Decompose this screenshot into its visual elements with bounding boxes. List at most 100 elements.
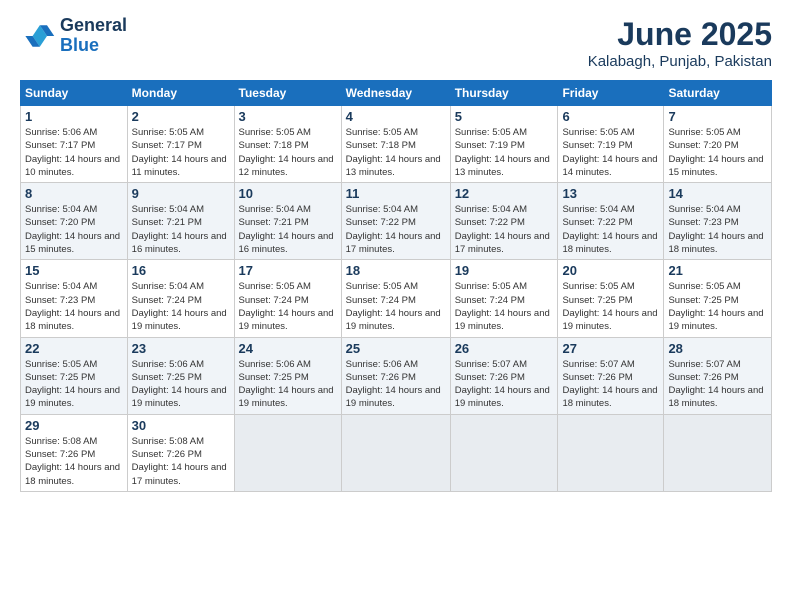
day-19: 19 Sunrise: 5:05 AMSunset: 7:24 PMDaylig…: [450, 260, 558, 337]
day-28: 28 Sunrise: 5:07 AMSunset: 7:26 PMDaylig…: [664, 337, 772, 414]
empty-cell-2: [341, 414, 450, 491]
day-22: 22 Sunrise: 5:05 AMSunset: 7:25 PMDaylig…: [21, 337, 128, 414]
day-num-17: 17: [239, 263, 337, 278]
logo-line1: General: [60, 16, 127, 36]
day-num-16: 16: [132, 263, 230, 278]
month-title: June 2025: [588, 16, 772, 53]
day-info-18: Sunrise: 5:05 AMSunset: 7:24 PMDaylight:…: [346, 280, 446, 333]
day-7: 7 Sunrise: 5:05 AMSunset: 7:20 PMDayligh…: [664, 106, 772, 183]
day-info-20: Sunrise: 5:05 AMSunset: 7:25 PMDaylight:…: [562, 280, 659, 333]
day-info-16: Sunrise: 5:04 AMSunset: 7:24 PMDaylight:…: [132, 280, 230, 333]
day-num-28: 28: [668, 341, 767, 356]
day-1: 1 Sunrise: 5:06 AMSunset: 7:17 PMDayligh…: [21, 106, 128, 183]
day-29: 29 Sunrise: 5:08 AMSunset: 7:26 PMDaylig…: [21, 414, 128, 491]
day-3: 3 Sunrise: 5:05 AMSunset: 7:18 PMDayligh…: [234, 106, 341, 183]
day-info-9: Sunrise: 5:04 AMSunset: 7:21 PMDaylight:…: [132, 203, 230, 256]
weekday-header-row: Sunday Monday Tuesday Wednesday Thursday…: [21, 81, 772, 106]
week-row-4: 22 Sunrise: 5:05 AMSunset: 7:25 PMDaylig…: [21, 337, 772, 414]
day-num-10: 10: [239, 186, 337, 201]
day-14: 14 Sunrise: 5:04 AMSunset: 7:23 PMDaylig…: [664, 183, 772, 260]
day-num-30: 30: [132, 418, 230, 433]
day-20: 20 Sunrise: 5:05 AMSunset: 7:25 PMDaylig…: [558, 260, 664, 337]
day-15: 15 Sunrise: 5:04 AMSunset: 7:23 PMDaylig…: [21, 260, 128, 337]
day-info-5: Sunrise: 5:05 AMSunset: 7:19 PMDaylight:…: [455, 126, 554, 179]
day-info-15: Sunrise: 5:04 AMSunset: 7:23 PMDaylight:…: [25, 280, 123, 333]
week-row-5: 29 Sunrise: 5:08 AMSunset: 7:26 PMDaylig…: [21, 414, 772, 491]
empty-cell-4: [558, 414, 664, 491]
day-21: 21 Sunrise: 5:05 AMSunset: 7:25 PMDaylig…: [664, 260, 772, 337]
day-num-12: 12: [455, 186, 554, 201]
header-monday: Monday: [127, 81, 234, 106]
day-2: 2 Sunrise: 5:05 AMSunset: 7:17 PMDayligh…: [127, 106, 234, 183]
day-num-27: 27: [562, 341, 659, 356]
day-num-25: 25: [346, 341, 446, 356]
day-num-29: 29: [25, 418, 123, 433]
day-info-10: Sunrise: 5:04 AMSunset: 7:21 PMDaylight:…: [239, 203, 337, 256]
day-info-29: Sunrise: 5:08 AMSunset: 7:26 PMDaylight:…: [25, 435, 123, 488]
day-info-6: Sunrise: 5:05 AMSunset: 7:19 PMDaylight:…: [562, 126, 659, 179]
day-num-22: 22: [25, 341, 123, 356]
empty-cell-3: [450, 414, 558, 491]
header-tuesday: Tuesday: [234, 81, 341, 106]
day-10: 10 Sunrise: 5:04 AMSunset: 7:21 PMDaylig…: [234, 183, 341, 260]
day-23: 23 Sunrise: 5:06 AMSunset: 7:25 PMDaylig…: [127, 337, 234, 414]
day-info-22: Sunrise: 5:05 AMSunset: 7:25 PMDaylight:…: [25, 358, 123, 411]
day-num-6: 6: [562, 109, 659, 124]
day-num-8: 8: [25, 186, 123, 201]
day-info-13: Sunrise: 5:04 AMSunset: 7:22 PMDaylight:…: [562, 203, 659, 256]
day-num-18: 18: [346, 263, 446, 278]
day-num-26: 26: [455, 341, 554, 356]
day-27: 27 Sunrise: 5:07 AMSunset: 7:26 PMDaylig…: [558, 337, 664, 414]
day-info-28: Sunrise: 5:07 AMSunset: 7:26 PMDaylight:…: [668, 358, 767, 411]
day-info-14: Sunrise: 5:04 AMSunset: 7:23 PMDaylight:…: [668, 203, 767, 256]
day-num-5: 5: [455, 109, 554, 124]
empty-cell-1: [234, 414, 341, 491]
page: General Blue June 2025 Kalabagh, Punjab,…: [0, 0, 792, 612]
day-12: 12 Sunrise: 5:04 AMSunset: 7:22 PMDaylig…: [450, 183, 558, 260]
day-num-19: 19: [455, 263, 554, 278]
day-num-3: 3: [239, 109, 337, 124]
day-4: 4 Sunrise: 5:05 AMSunset: 7:18 PMDayligh…: [341, 106, 450, 183]
logo: General Blue: [20, 16, 127, 56]
day-16: 16 Sunrise: 5:04 AMSunset: 7:24 PMDaylig…: [127, 260, 234, 337]
day-info-24: Sunrise: 5:06 AMSunset: 7:25 PMDaylight:…: [239, 358, 337, 411]
location-title: Kalabagh, Punjab, Pakistan: [588, 53, 772, 70]
header: General Blue June 2025 Kalabagh, Punjab,…: [20, 16, 772, 70]
title-block: June 2025 Kalabagh, Punjab, Pakistan: [588, 16, 772, 70]
day-num-9: 9: [132, 186, 230, 201]
day-26: 26 Sunrise: 5:07 AMSunset: 7:26 PMDaylig…: [450, 337, 558, 414]
day-num-4: 4: [346, 109, 446, 124]
logo-icon: [20, 18, 56, 54]
day-info-27: Sunrise: 5:07 AMSunset: 7:26 PMDaylight:…: [562, 358, 659, 411]
day-num-2: 2: [132, 109, 230, 124]
day-30: 30 Sunrise: 5:08 AMSunset: 7:26 PMDaylig…: [127, 414, 234, 491]
logo-text: General Blue: [60, 16, 127, 56]
day-num-15: 15: [25, 263, 123, 278]
day-info-25: Sunrise: 5:06 AMSunset: 7:26 PMDaylight:…: [346, 358, 446, 411]
day-info-4: Sunrise: 5:05 AMSunset: 7:18 PMDaylight:…: [346, 126, 446, 179]
day-info-1: Sunrise: 5:06 AMSunset: 7:17 PMDaylight:…: [25, 126, 123, 179]
header-wednesday: Wednesday: [341, 81, 450, 106]
day-8: 8 Sunrise: 5:04 AMSunset: 7:20 PMDayligh…: [21, 183, 128, 260]
day-info-12: Sunrise: 5:04 AMSunset: 7:22 PMDaylight:…: [455, 203, 554, 256]
week-row-2: 8 Sunrise: 5:04 AMSunset: 7:20 PMDayligh…: [21, 183, 772, 260]
day-num-7: 7: [668, 109, 767, 124]
day-18: 18 Sunrise: 5:05 AMSunset: 7:24 PMDaylig…: [341, 260, 450, 337]
day-num-23: 23: [132, 341, 230, 356]
calendar: Sunday Monday Tuesday Wednesday Thursday…: [20, 80, 772, 492]
day-info-8: Sunrise: 5:04 AMSunset: 7:20 PMDaylight:…: [25, 203, 123, 256]
day-9: 9 Sunrise: 5:04 AMSunset: 7:21 PMDayligh…: [127, 183, 234, 260]
day-5: 5 Sunrise: 5:05 AMSunset: 7:19 PMDayligh…: [450, 106, 558, 183]
day-25: 25 Sunrise: 5:06 AMSunset: 7:26 PMDaylig…: [341, 337, 450, 414]
day-17: 17 Sunrise: 5:05 AMSunset: 7:24 PMDaylig…: [234, 260, 341, 337]
day-info-3: Sunrise: 5:05 AMSunset: 7:18 PMDaylight:…: [239, 126, 337, 179]
header-thursday: Thursday: [450, 81, 558, 106]
empty-cell-5: [664, 414, 772, 491]
day-info-23: Sunrise: 5:06 AMSunset: 7:25 PMDaylight:…: [132, 358, 230, 411]
header-friday: Friday: [558, 81, 664, 106]
day-info-30: Sunrise: 5:08 AMSunset: 7:26 PMDaylight:…: [132, 435, 230, 488]
day-info-2: Sunrise: 5:05 AMSunset: 7:17 PMDaylight:…: [132, 126, 230, 179]
day-info-19: Sunrise: 5:05 AMSunset: 7:24 PMDaylight:…: [455, 280, 554, 333]
week-row-3: 15 Sunrise: 5:04 AMSunset: 7:23 PMDaylig…: [21, 260, 772, 337]
logo-line2: Blue: [60, 36, 127, 56]
